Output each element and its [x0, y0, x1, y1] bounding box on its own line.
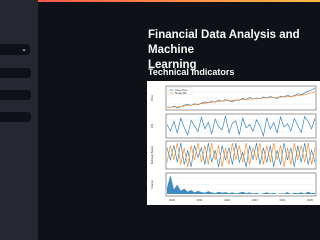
indicators-figure: Price Close Price 50-day MA RSI Bollinger Ba…	[147, 81, 320, 205]
top-accent-bar	[0, 0, 320, 2]
axis-label: Price	[150, 94, 154, 100]
x-tick-label: 2023	[252, 198, 258, 202]
x-tick-label: 2025	[307, 198, 313, 202]
axis-label: Bollinger Bands	[150, 145, 154, 164]
x-tick-label: 2024	[280, 198, 286, 202]
x-tick-label: 2021	[197, 198, 203, 202]
legend-label: 50-day MA	[175, 92, 187, 95]
sidebar-input-2[interactable]	[0, 90, 31, 100]
axis-label: RSI	[150, 124, 154, 129]
chevron-down-icon: ⌄	[21, 46, 27, 53]
axis-label: Volume	[150, 180, 154, 189]
sidebar-select[interactable]: ⌄	[0, 44, 30, 55]
sidebar-input-1[interactable]	[0, 68, 31, 78]
sidebar: ⌄	[0, 0, 38, 240]
section-title: Technical Indicators	[148, 67, 235, 77]
x-tick-label: 2020	[169, 198, 175, 202]
indicators-chart: PriceClose Price50-day MARSIBollinger Ba…	[150, 85, 317, 202]
x-tick-label: 2022	[224, 198, 230, 202]
sidebar-input-3[interactable]	[0, 112, 31, 122]
